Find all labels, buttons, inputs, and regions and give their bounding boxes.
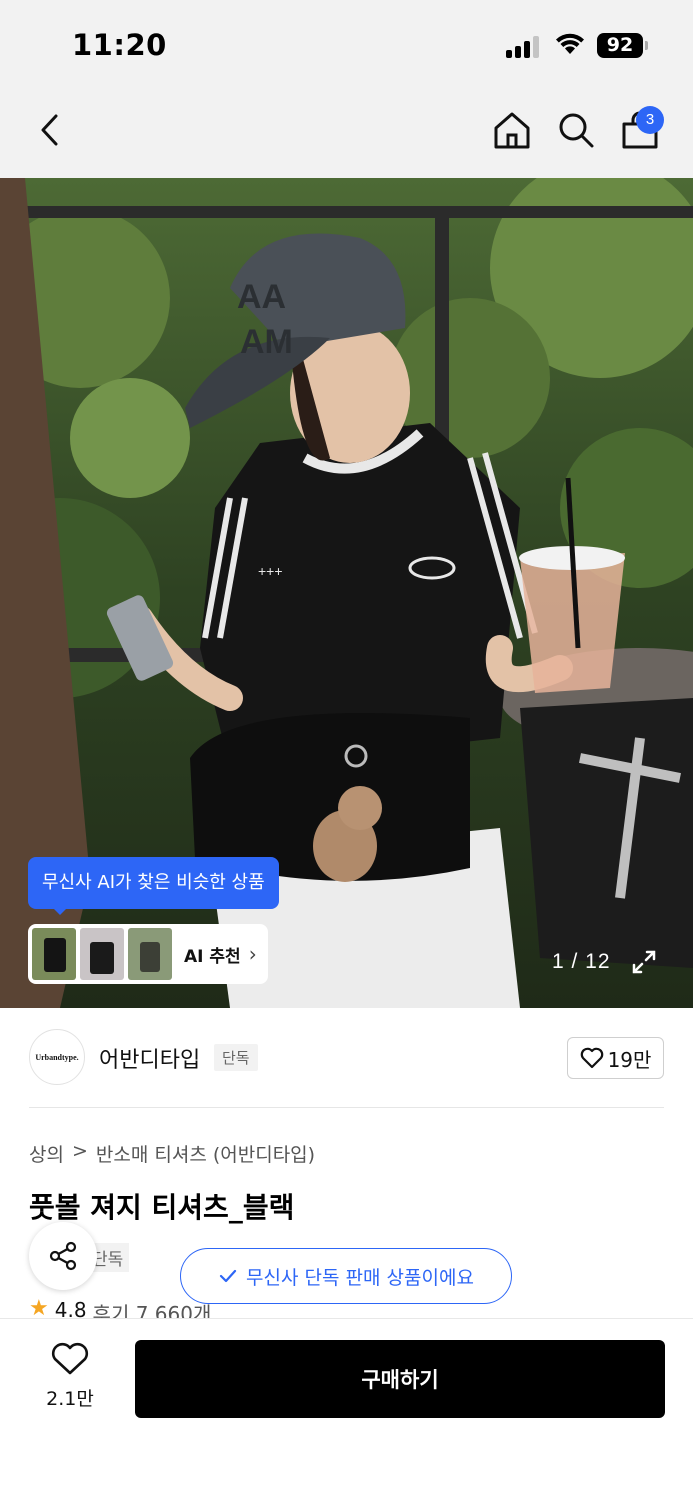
ai-recommend-button[interactable]: AI 추천 › (28, 924, 268, 984)
status-time: 11:20 (72, 28, 167, 62)
share-icon (49, 1241, 77, 1271)
brand-like-button[interactable]: 19만 (567, 1037, 664, 1079)
brand-logo[interactable]: Urbandtype. (29, 1029, 85, 1085)
ai-thumb-3 (128, 928, 172, 980)
battery-icon: 92 (597, 33, 643, 58)
chevron-right-icon: › (248, 942, 257, 966)
status-bar: 11:20 92 (0, 0, 693, 90)
cart-count-badge: 3 (636, 106, 664, 134)
divider (29, 1107, 664, 1108)
check-icon (219, 1269, 237, 1283)
ai-similar-tooltip: 무신사 AI가 찾은 비슷한 상품 (28, 857, 279, 909)
ai-tooltip-tail (52, 907, 68, 915)
review-count: 후기 7,660개 (92, 1302, 212, 1320)
home-icon[interactable] (492, 110, 532, 150)
signal-icon (506, 36, 542, 58)
heart-icon (51, 1342, 89, 1375)
battery-tip (645, 41, 648, 50)
buy-button[interactable]: 구매하기 (135, 1340, 665, 1418)
brand-name[interactable]: 어반디타입 (99, 1042, 200, 1074)
breadcrumb-subcategory[interactable]: 반소매 티셔츠 (어반디타입) (96, 1140, 315, 1167)
exclusive-tag: 단독 (214, 1044, 258, 1071)
brand-row: Urbandtype. 어반디타입 단독 19만 (0, 1008, 693, 1108)
share-button[interactable] (29, 1222, 97, 1290)
svg-text:AM: AM (240, 323, 293, 361)
breadcrumb: 상의 > 반소매 티셔츠 (어반디타입) (29, 1140, 315, 1167)
wishlist-button[interactable]: 2.1만 (40, 1342, 100, 1411)
product-title: 풋볼 져지 티셔츠_블랙 (29, 1191, 295, 1224)
star-icon: ★ (29, 1298, 49, 1320)
breadcrumb-separator: > (71, 1140, 88, 1162)
expand-icon[interactable] (630, 948, 658, 976)
ai-thumb-2 (80, 928, 124, 980)
image-counter: 1 / 12 (552, 950, 611, 973)
search-icon[interactable] (556, 110, 596, 150)
ai-recommend-label: AI 추천 (184, 946, 241, 967)
exclusive-notice-text: 무신사 단독 판매 상품이에요 (246, 1266, 474, 1289)
wifi-icon (556, 33, 584, 54)
exclusive-notice-pill: 무신사 단독 판매 상품이에요 (180, 1248, 512, 1304)
ai-thumb-1 (32, 928, 76, 980)
rating-value: 4.8 (54, 1298, 87, 1320)
back-icon[interactable] (38, 112, 62, 148)
svg-text:+++: +++ (258, 563, 283, 579)
svg-text:AA: AA (237, 278, 286, 316)
brand-like-count: 19만 (607, 1047, 652, 1072)
rating-row[interactable]: ★ 4.8 후기 7,660개 (29, 1298, 211, 1320)
heart-icon (580, 1047, 603, 1069)
breadcrumb-category[interactable]: 상의 (29, 1140, 64, 1167)
wishlist-count: 2.1만 (46, 1388, 94, 1410)
